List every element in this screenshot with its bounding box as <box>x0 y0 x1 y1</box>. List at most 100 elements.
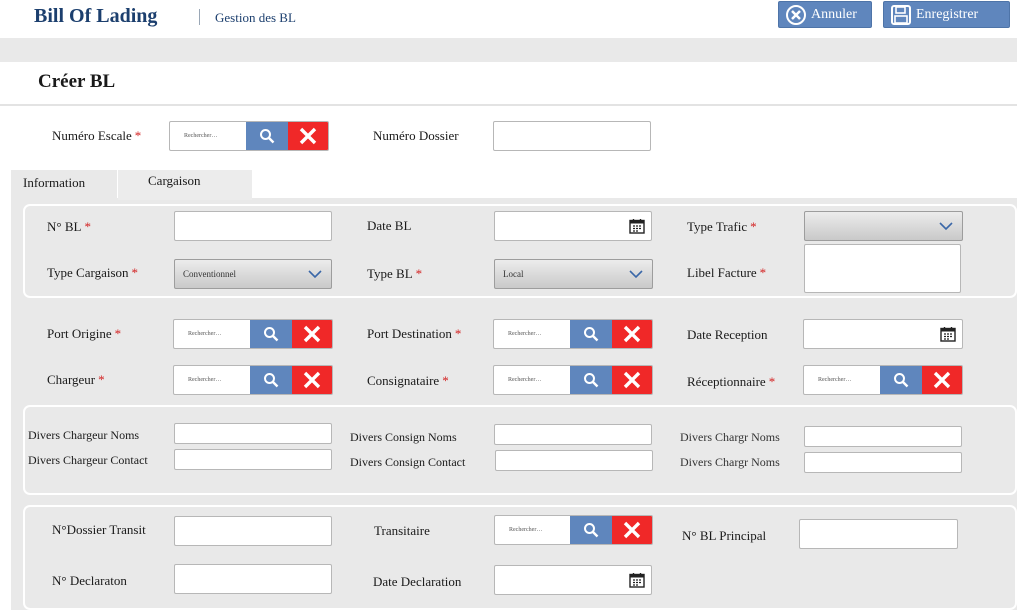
clear-x-icon <box>303 325 321 343</box>
clear-x-icon <box>623 325 641 343</box>
type-cargaison-label: Type Cargaison * <box>47 265 139 280</box>
transitaire-label: Transitaire <box>374 523 430 538</box>
receptionnaire-search-button[interactable] <box>880 366 922 394</box>
tab-cargaison[interactable]: Cargaison <box>118 170 252 200</box>
port-destination-input[interactable]: Rechercher… <box>494 320 570 348</box>
date-reception-label: Date Reception <box>687 327 768 342</box>
page-title: Créer BL <box>38 71 116 92</box>
divers-chargeur-contact-label: Divers Chargeur Contact <box>28 453 148 467</box>
title-divider <box>199 9 200 25</box>
libel-facture-textarea[interactable] <box>804 244 961 293</box>
libel-facture-label: Libel Facture * <box>687 265 767 280</box>
numero-escale-clear-button[interactable] <box>288 122 328 150</box>
search-icon <box>260 129 275 144</box>
receptionnaire-lookup[interactable]: Rechercher… <box>803 365 963 395</box>
date-declaration-label: Date Declaration <box>373 574 462 589</box>
search-icon <box>584 373 599 388</box>
type-trafic-label: Type Trafic * <box>687 219 757 234</box>
consignataire-lookup[interactable]: Rechercher… <box>493 365 653 395</box>
numero-dossier-label: Numéro Dossier <box>373 128 459 143</box>
date-reception-input[interactable] <box>803 319 963 349</box>
cancel-button-label: Annuler <box>811 6 857 22</box>
date-declaration-input[interactable] <box>494 565 652 595</box>
date-bl-label: Date BL <box>367 218 412 233</box>
type-bl-label: Type BL * <box>367 266 423 281</box>
divers-chargeur-contact-input[interactable] <box>174 449 332 470</box>
title-divider-line <box>0 104 1017 106</box>
transitaire-search-button[interactable] <box>570 516 612 544</box>
port-destination-clear-button[interactable] <box>612 320 652 348</box>
numero-escale-search-button[interactable] <box>246 122 288 150</box>
port-origine-label: Port Origine * <box>47 326 122 341</box>
consignataire-clear-button[interactable] <box>612 366 652 394</box>
numero-dossier-input[interactable] <box>493 121 651 151</box>
numero-escale-lookup[interactable]: Rechercher… <box>169 121 329 151</box>
port-origine-lookup[interactable]: Rechercher… <box>173 319 333 349</box>
divers-consign-noms-input[interactable] <box>494 424 652 445</box>
type-trafic-select[interactable] <box>804 211 963 241</box>
clear-x-icon <box>299 127 317 145</box>
consignataire-input[interactable]: Rechercher… <box>494 366 570 394</box>
divers-chargr-noms-label-2: Divers Chargr Noms <box>680 455 780 469</box>
search-icon <box>264 373 279 388</box>
consignataire-search-button[interactable] <box>570 366 612 394</box>
search-icon <box>584 327 599 342</box>
calendar-icon[interactable] <box>629 218 645 234</box>
search-icon <box>264 327 279 342</box>
port-origine-input[interactable]: Rechercher… <box>174 320 250 348</box>
date-bl-input[interactable] <box>494 211 652 241</box>
port-origine-clear-button[interactable] <box>292 320 332 348</box>
no-bl-input[interactable] <box>174 211 332 241</box>
receptionnaire-input[interactable]: Rechercher… <box>804 366 880 394</box>
declaration-no-input[interactable] <box>174 564 332 594</box>
bl-principal-input[interactable] <box>799 519 958 549</box>
port-destination-label: Port Destination * <box>367 326 462 341</box>
save-disk-icon <box>891 4 911 25</box>
chargeur-label: Chargeur * <box>47 372 105 387</box>
bl-principal-label: N° BL Principal <box>682 528 767 543</box>
divers-chargeur-noms-label: Divers Chargeur Noms <box>28 428 140 442</box>
port-origine-search-button[interactable] <box>250 320 292 348</box>
numero-escale-label: Numéro Escale * <box>52 128 142 143</box>
search-icon <box>584 523 599 538</box>
dossier-transit-label: N°Dossier Transit <box>52 522 146 537</box>
chargeur-input[interactable]: Rechercher… <box>174 366 250 394</box>
clear-x-icon <box>303 371 321 389</box>
port-destination-search-button[interactable] <box>570 320 612 348</box>
divers-chargr-noms-input-2[interactable] <box>804 452 962 473</box>
port-destination-lookup[interactable]: Rechercher… <box>493 319 653 349</box>
divers-chargr-noms-input-1[interactable] <box>804 426 962 447</box>
transitaire-input[interactable]: Rechercher… <box>495 516 570 544</box>
transitaire-lookup[interactable]: Rechercher… <box>494 515 653 545</box>
save-button[interactable]: Enregistrer <box>883 1 1010 28</box>
search-icon <box>894 373 909 388</box>
type-bl-value: Local <box>503 269 524 279</box>
no-bl-label: N° BL * <box>47 219 91 234</box>
type-bl-select[interactable]: Local <box>494 259 653 289</box>
dossier-transit-input[interactable] <box>174 516 332 546</box>
cancel-button[interactable]: Annuler <box>778 1 872 28</box>
breadcrumb[interactable]: Gestion des BL <box>215 10 296 26</box>
tab-information[interactable]: Information <box>11 170 117 200</box>
numero-escale-input[interactable]: Rechercher… <box>170 122 246 150</box>
consignataire-label: Consignataire * <box>367 373 449 388</box>
chargeur-lookup[interactable]: Rechercher… <box>173 365 333 395</box>
calendar-icon[interactable] <box>940 326 956 342</box>
type-cargaison-select[interactable]: Conventionnel <box>174 259 332 289</box>
cancel-circle-icon <box>786 4 806 25</box>
calendar-icon[interactable] <box>629 572 645 588</box>
divers-consign-contact-input[interactable] <box>495 450 653 471</box>
chevron-down-icon <box>629 270 643 279</box>
chargeur-search-button[interactable] <box>250 366 292 394</box>
clear-x-icon <box>623 521 641 539</box>
type-cargaison-value: Conventionnel <box>183 269 236 279</box>
header-band <box>0 38 1017 62</box>
transitaire-clear-button[interactable] <box>612 516 652 544</box>
chevron-down-icon <box>308 270 322 279</box>
divers-consign-noms-label: Divers Consign Noms <box>350 430 457 444</box>
divers-chargeur-noms-input[interactable] <box>174 423 332 444</box>
divers-consign-contact-label: Divers Consign Contact <box>350 455 466 469</box>
divers-chargr-noms-label-1: Divers Chargr Noms <box>680 430 780 444</box>
receptionnaire-clear-button[interactable] <box>922 366 962 394</box>
chargeur-clear-button[interactable] <box>292 366 332 394</box>
